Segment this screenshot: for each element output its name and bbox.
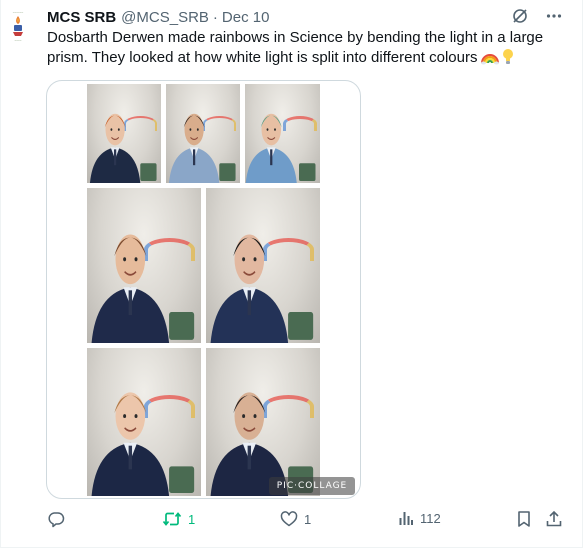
like-button[interactable]: 1: [280, 510, 311, 528]
student-figure: [91, 234, 195, 343]
photo-girl-smiling[interactable]: [206, 348, 320, 496]
like-count: 1: [304, 511, 312, 527]
photo-boy-glasses[interactable]: [87, 348, 201, 496]
views-button[interactable]: 112: [398, 510, 441, 526]
reply-icon: [48, 512, 65, 528]
tweet-date[interactable]: Dec 10: [222, 9, 270, 26]
media-attachment[interactable]: PIC·COLLAGE: [46, 80, 361, 499]
photo-collage[interactable]: [87, 84, 320, 496]
retweet-icon: [162, 512, 182, 526]
share-icon: [546, 510, 562, 527]
author-handle[interactable]: @MCS_SRB: [121, 9, 209, 26]
photo-child-headband[interactable]: [245, 84, 320, 183]
bookmark-button[interactable]: [516, 510, 532, 528]
watermark: PIC·COLLAGE: [269, 477, 355, 495]
share-button[interactable]: [545, 510, 563, 528]
retweet-button[interactable]: 1: [162, 510, 195, 528]
tweet-header: MCS SRB @MCS_SRB · Dec 10: [47, 6, 572, 28]
photo-boy-red-hair[interactable]: [87, 84, 161, 183]
photo-boy-headphones[interactable]: [87, 188, 201, 343]
student-figure: [210, 234, 314, 343]
photo-child-dark-hair[interactable]: [206, 188, 320, 343]
student-figure: [210, 392, 314, 496]
retweet-count: 1: [188, 511, 196, 527]
svg-text:~~~~: ~~~~: [14, 38, 21, 42]
author-name[interactable]: MCS SRB: [47, 9, 116, 26]
bookmark-icon: [518, 511, 530, 527]
views-icon: [399, 512, 413, 525]
avatar-logo: ~~~~~~ ~~~~: [13, 10, 24, 42]
reply-button[interactable]: [47, 510, 71, 528]
photo-girl-glasses[interactable]: [166, 84, 240, 183]
views-count: 112: [420, 510, 441, 526]
more-icon[interactable]: [544, 6, 564, 26]
student-figure: [168, 113, 236, 183]
separator-dot: ·: [212, 8, 218, 26]
tweet-body: Dosbarth Derwen made rainbows in Science…: [47, 29, 544, 66]
grok-icon[interactable]: [510, 6, 530, 26]
avatar[interactable]: ~~~~~~ ~~~~: [5, 8, 31, 42]
tweet-text: Dosbarth Derwen made rainbows in Science…: [47, 28, 567, 71]
header-icons: [510, 6, 564, 26]
svg-text:~~~~~~: ~~~~~~: [13, 10, 24, 14]
student-figure: [245, 113, 316, 183]
rainbow-emoji: [480, 49, 499, 71]
student-figure: [91, 392, 195, 496]
light-bulb-emoji: [502, 48, 514, 71]
student-figure: [89, 113, 157, 183]
tweet[interactable]: ~~~~~~ ~~~~ MCS SRB @MCS_SRB · Dec 10 Do…: [0, 0, 583, 548]
like-icon: [280, 511, 298, 527]
action-bar: 1 1 112: [47, 510, 567, 532]
